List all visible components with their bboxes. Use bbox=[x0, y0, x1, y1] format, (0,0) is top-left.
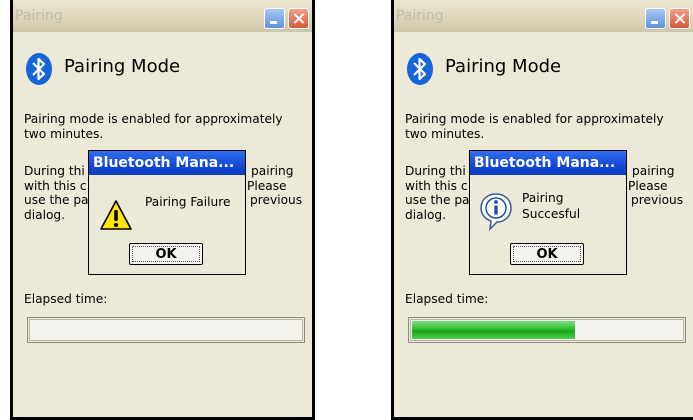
pairing-window-success: Pairing Pairing Mode Pairing mode is ena… bbox=[391, 0, 693, 420]
page-title: Pairing Mode bbox=[64, 56, 181, 77]
elapsed-time-label: Elapsed time: bbox=[24, 292, 108, 306]
info-icon bbox=[480, 193, 512, 231]
message-dialog: Bluetooth Mana... Pairing Succesful OK bbox=[469, 150, 627, 275]
instructions-right-line-2: Please bbox=[247, 178, 287, 193]
bluetooth-icon bbox=[26, 53, 52, 85]
window-titlebar: Pairing bbox=[394, 0, 693, 32]
minimize-button[interactable] bbox=[645, 8, 666, 29]
page-title: Pairing Mode bbox=[445, 56, 562, 77]
window-title: Pairing bbox=[396, 8, 444, 24]
pairing-window-failure: Pairing Pairing Mode Pairing mode is ena… bbox=[10, 0, 315, 420]
progress-fill bbox=[412, 321, 576, 339]
bluetooth-icon bbox=[407, 53, 433, 85]
pairing-description: Pairing mode is enabled for approximatel… bbox=[24, 112, 283, 141]
elapsed-time-label: Elapsed time: bbox=[405, 292, 489, 306]
instructions-left-line-1: During thi bbox=[24, 164, 85, 178]
minimize-button[interactable] bbox=[264, 8, 285, 29]
instructions-right-line-3: previous bbox=[631, 193, 684, 207]
close-button[interactable] bbox=[288, 8, 309, 29]
dialog-title: Bluetooth Mana... bbox=[89, 151, 245, 175]
instructions-left-line-4: dialog. bbox=[405, 207, 447, 222]
instructions-right-line-3: previous bbox=[250, 193, 303, 207]
elapsed-progress-bar bbox=[408, 317, 686, 343]
instructions-right-line-1: pairing bbox=[632, 164, 675, 178]
ok-button[interactable]: OK bbox=[510, 243, 584, 265]
close-button[interactable] bbox=[669, 8, 690, 29]
instructions-left-line-1: During thi bbox=[405, 164, 466, 178]
window-title: Pairing bbox=[15, 8, 63, 24]
window-titlebar: Pairing bbox=[13, 0, 312, 32]
instructions-left-line-3: use the pa bbox=[405, 193, 470, 207]
instructions-left-line-2: with this c bbox=[24, 178, 87, 193]
elapsed-progress-bar bbox=[27, 317, 305, 343]
instructions-right-line-1: pairing bbox=[251, 164, 294, 178]
instructions-left-line-4: dialog. bbox=[24, 207, 66, 222]
dialog-message: Pairing Failure bbox=[145, 195, 231, 209]
message-dialog: Bluetooth Mana... Pairing Failure OK bbox=[88, 150, 246, 275]
instructions-right-line-2: Please bbox=[628, 178, 668, 193]
pairing-description: Pairing mode is enabled for approximatel… bbox=[405, 112, 664, 141]
instructions-left-line-2: with this c bbox=[405, 178, 468, 193]
warning-icon bbox=[100, 200, 132, 230]
dialog-message-line-2: Succesful bbox=[522, 207, 581, 221]
dialog-title: Bluetooth Mana... bbox=[470, 151, 626, 175]
ok-button[interactable]: OK bbox=[129, 243, 203, 265]
dialog-message-line-1: Pairing bbox=[522, 191, 564, 205]
instructions-left-line-3: use the pa bbox=[24, 193, 89, 207]
